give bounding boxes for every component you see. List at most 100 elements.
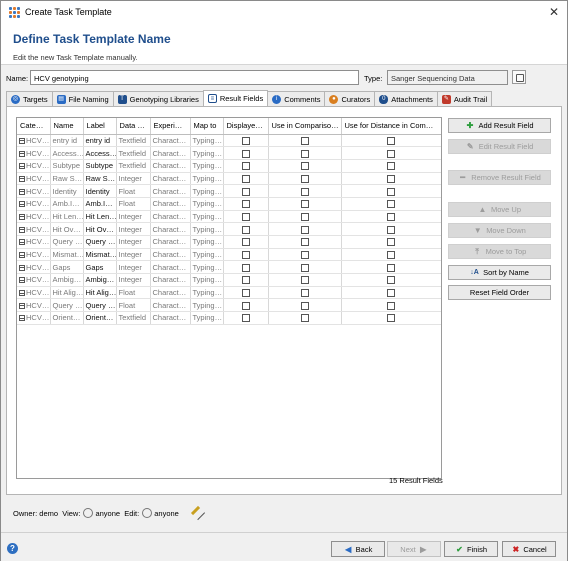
table-cell[interactable]: Mismat… [50,248,84,262]
column-header[interactable]: Use in Compariso… [268,118,342,135]
checkbox[interactable] [300,251,309,260]
table-row[interactable]: HCV… Access… Access… Textfield Charact… Typin… [17,146,441,160]
table-cell[interactable]: HCV… [17,172,51,186]
table-row[interactable]: HCV… Subtype Subtype Textfield Charact… Typin… [17,159,441,173]
table-cell[interactable]: Charact… [150,260,191,275]
checkbox[interactable] [241,263,250,272]
table-row[interactable]: HCV… Hit Ov… Hit Ov… Integer Charact… Typing… [17,222,441,236]
table-cell[interactable]: Typing… [190,134,224,148]
table-cell[interactable]: Typing… [190,248,224,262]
table-cell[interactable]: Charact… [150,184,191,198]
tab-genotyping-libraries[interactable]: T Genotyping Libraries [112,91,204,106]
table-cell[interactable]: HCV… [17,311,51,325]
checkbox[interactable] [300,136,309,145]
checkbox[interactable] [387,314,395,323]
table-cell[interactable]: HCV… [17,235,51,249]
table-cell[interactable]: Subtype [50,159,84,173]
table-cell[interactable]: Gaps [83,260,117,275]
table-row[interactable]: HCV… Raw S… Raw S… Integer Charact… Typing… [17,172,441,186]
checkbox[interactable] [300,187,309,196]
column-header[interactable]: Name [50,118,84,135]
table-cell[interactable]: Amb.I… [50,197,84,211]
table-cell[interactable]: Float [116,184,151,198]
checkbox[interactable] [300,314,309,323]
checkbox[interactable] [300,301,309,310]
checkbox[interactable] [241,289,250,298]
table-cell[interactable]: HCV… [17,260,51,275]
table-cell[interactable]: Charact… [150,311,191,325]
table-cell[interactable]: Charact… [150,286,191,300]
checkbox[interactable] [300,162,309,171]
checkbox[interactable] [300,174,309,183]
table-cell[interactable]: Hit Ov… [50,222,84,236]
table-cell[interactable]: Hit Len… [83,210,117,224]
table-cell[interactable]: Access… [83,146,117,160]
checkbox[interactable] [387,263,395,272]
table-cell[interactable]: Ambig… [50,273,84,287]
edit-result-field-button[interactable]: ✎ Edit Result Field [448,139,551,154]
tab-file-naming[interactable]: ▤ File Naming [51,91,114,106]
checkbox[interactable] [300,238,309,247]
move-down-button[interactable]: ▼ Move Down [448,223,551,238]
pencil-icon[interactable] [190,505,205,521]
column-header[interactable]: Cate… [17,118,51,135]
name-input[interactable]: HCV genotyping [30,70,359,85]
table-cell[interactable]: Orient… [83,311,117,325]
column-header[interactable]: Map to [190,118,224,135]
table-row[interactable]: HCV… Orient… Orient… Textfield Charact… Typin… [17,311,441,325]
checkbox[interactable] [241,187,250,196]
sort-by-name-button[interactable]: ↓A Sort by Name [448,265,551,280]
tab-attachments[interactable]: 0 Attachments [374,91,438,106]
checkbox[interactable] [300,200,309,209]
table-cell[interactable]: Charact… [150,273,191,287]
remove-result-field-button[interactable]: ━ Remove Result Field [448,170,551,185]
table-cell[interactable]: Typing… [190,222,224,236]
checkbox[interactable] [241,314,250,323]
table-cell[interactable]: HCV… [17,298,51,313]
column-header[interactable]: Use for Distance in Com… [341,118,441,135]
table-cell[interactable]: Amb.I… [83,197,117,211]
view-value[interactable]: anyone [95,509,120,518]
table-cell[interactable]: Typing… [190,298,224,313]
table-cell[interactable]: Typing… [190,286,224,300]
table-cell[interactable]: Typing… [190,260,224,275]
tab-audit-trail[interactable]: ✎ Audit Trail [436,91,493,106]
checkbox[interactable] [387,276,395,285]
table-cell[interactable]: HCV… [17,146,51,160]
table-row[interactable]: HCV… Gaps Gaps Integer Charact… Typing… [17,260,441,275]
table-cell[interactable]: Charact… [150,298,191,313]
checkbox[interactable] [241,136,250,145]
table-cell[interactable]: Charact… [150,248,191,262]
table-cell[interactable]: Charact… [150,235,191,249]
tab-result-fields[interactable]: ≡ Result Fields [202,90,269,106]
checkbox[interactable] [241,200,250,209]
table-cell[interactable]: Typing… [190,235,224,249]
checkbox[interactable] [387,289,395,298]
finish-button[interactable]: ✔ Finish [444,541,498,557]
table-cell[interactable]: Charact… [150,210,191,224]
table-cell[interactable]: Integer [116,235,151,249]
table-cell[interactable]: Integer [116,210,151,224]
checkbox[interactable] [241,212,250,221]
checkbox[interactable] [387,136,395,145]
table-cell[interactable]: Integer [116,222,151,236]
checkbox[interactable] [241,162,250,171]
table-cell[interactable]: Gaps [50,260,84,275]
tab-curators[interactable]: ● Curators [324,91,376,106]
table-cell[interactable]: HCV… [17,273,51,287]
table-cell[interactable]: HCV… [17,222,51,236]
table-cell[interactable]: Typing… [190,311,224,325]
help-icon[interactable]: ? [7,543,18,554]
close-icon[interactable]: ✕ [549,5,559,19]
table-cell[interactable]: Identity [83,184,117,198]
table-row[interactable]: HCV… Ambig… Ambig… Integer Charact… Typing… [17,273,441,287]
tab-targets[interactable]: ◎ Targets [6,91,53,106]
table-cell[interactable]: Charact… [150,159,191,173]
table-cell[interactable]: Charact… [150,222,191,236]
column-header[interactable]: Label [83,118,117,135]
checkbox[interactable] [300,276,309,285]
checkbox[interactable] [300,289,309,298]
checkbox[interactable] [387,301,395,310]
table-cell[interactable]: Integer [116,172,151,186]
table-cell[interactable]: Typing… [190,210,224,224]
